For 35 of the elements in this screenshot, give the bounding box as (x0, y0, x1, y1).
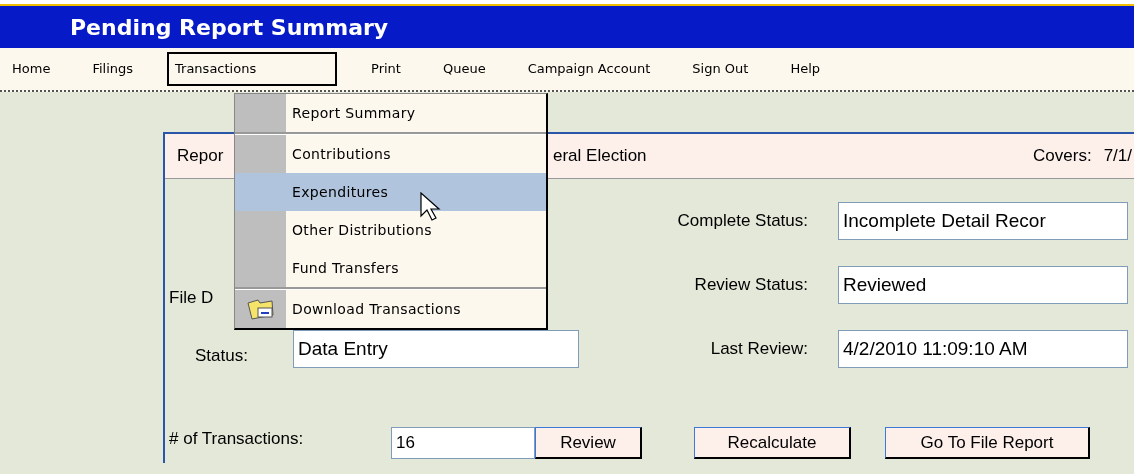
status-field[interactable]: Data Entry (293, 330, 579, 368)
dropdown-item[interactable]: Report Summary (235, 94, 546, 132)
field-label: Complete Status: (677, 211, 808, 231)
action-button[interactable]: Recalculate (694, 427, 851, 459)
field-label: File D (169, 288, 214, 308)
report-name: eral Election (553, 145, 647, 168)
mouse-pointer-icon (420, 192, 442, 222)
covers-label: Covers: (1033, 145, 1092, 168)
menu-item[interactable]: Home (4, 52, 59, 86)
action-button[interactable]: Review (535, 427, 642, 459)
field-label: # of Transactions: (169, 429, 304, 449)
field-label: Review Status: (694, 275, 808, 295)
dropdown-item[interactable]: Download Transactions (235, 290, 546, 328)
folder-icon (245, 297, 276, 321)
transactions-count-field[interactable]: 16 (391, 427, 535, 459)
action-button[interactable]: Go To File Report (885, 427, 1090, 459)
field-label: Status: (195, 346, 248, 366)
menu-item[interactable]: Transactions (167, 52, 338, 86)
dropdown-item[interactable]: Expenditures (235, 173, 546, 211)
menu-item[interactable]: Sign Out (684, 52, 757, 86)
dropdown-item[interactable]: Contributions (235, 135, 546, 173)
window-title: Pending Report Summary (70, 13, 389, 42)
menu-item[interactable]: Help (782, 52, 828, 86)
menu-item[interactable]: Filings (84, 52, 142, 86)
menu-item[interactable]: Queue (434, 52, 494, 86)
menu-item[interactable]: Print (363, 52, 409, 86)
last-review-field[interactable]: 4/2/2010 11:09:10 AM (838, 330, 1128, 368)
field-label: Last Review: (710, 339, 808, 359)
report-name: Repor (177, 146, 224, 166)
dropdown-item[interactable]: Other Distributions (235, 211, 546, 249)
review-status-field[interactable]: Reviewed (838, 266, 1128, 304)
covers-date: 7/1/ (1103, 145, 1132, 168)
dropdown-item[interactable]: Fund Transfers (235, 249, 546, 287)
menu-item[interactable]: Campaign Account (519, 52, 659, 86)
complete-status-field[interactable]: Incomplete Detail Recor (838, 202, 1128, 240)
